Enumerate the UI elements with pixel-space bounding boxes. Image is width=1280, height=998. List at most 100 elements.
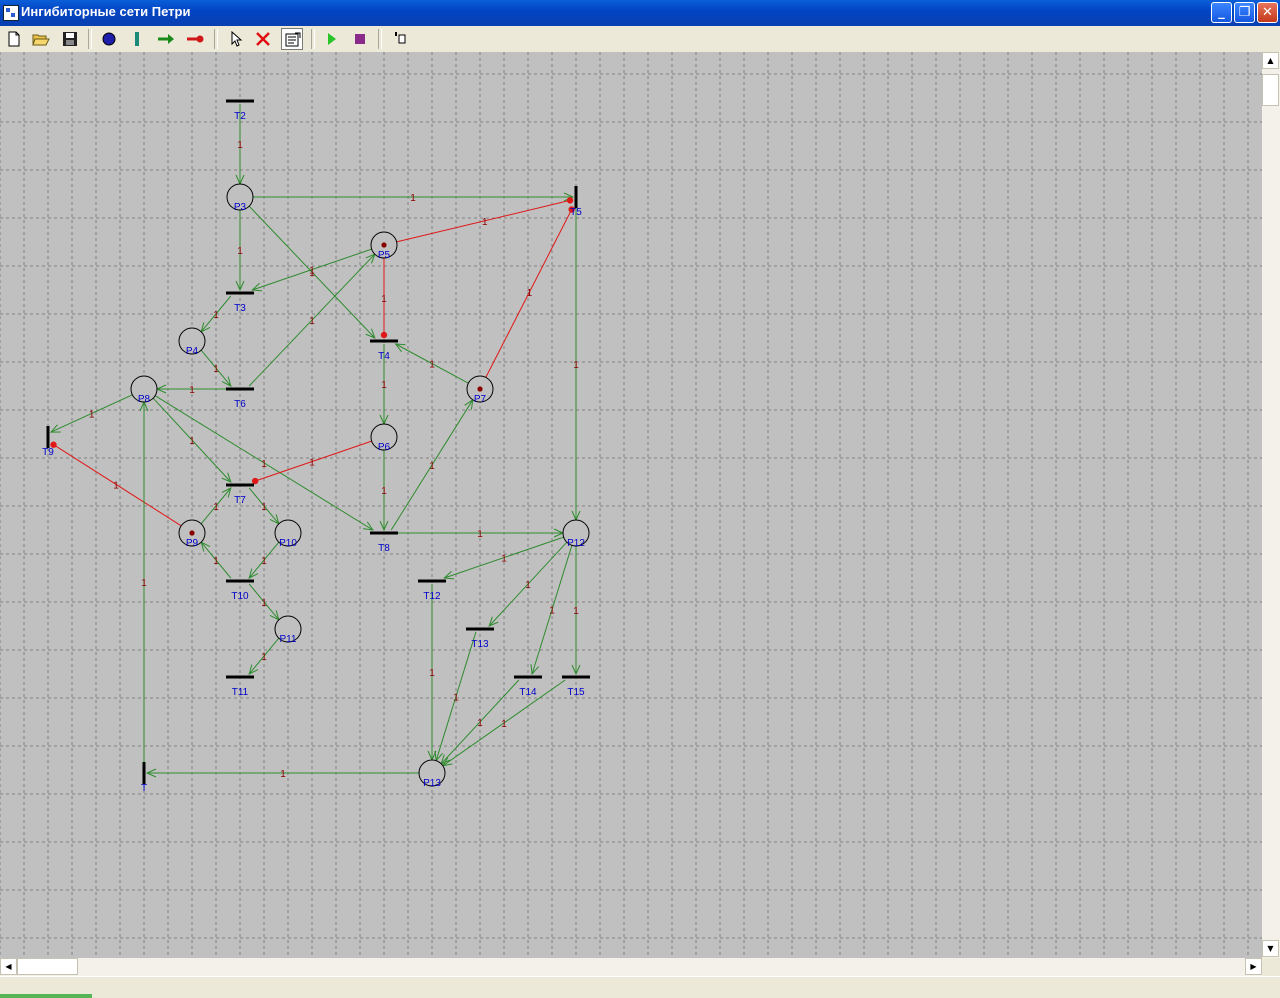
arc-weight-label: 1 — [381, 380, 387, 391]
properties-button[interactable] — [281, 28, 303, 50]
arc-weight-label: 1 — [501, 554, 507, 565]
transition-t6 — [226, 387, 254, 391]
inhibitor-arc-tool-button[interactable] — [184, 28, 206, 50]
run-icon — [328, 33, 336, 45]
transition-t8 — [370, 531, 398, 535]
delete-button[interactable] — [252, 28, 274, 50]
arc-weight-label: 1 — [381, 294, 387, 305]
arc-weight-label: 1 — [189, 436, 195, 447]
arc-weight-label: 1 — [113, 480, 119, 491]
scroll-down-button[interactable]: ▼ — [1262, 940, 1279, 957]
vertical-scrollbar[interactable]: ▲ ▼ — [1262, 52, 1280, 958]
step-button[interactable] — [388, 28, 410, 50]
arc-weight-label: 1 — [189, 385, 195, 396]
arc-weight-label: 1 — [527, 288, 533, 299]
arc-weight-label: 1 — [477, 529, 483, 540]
place-tool-icon — [102, 32, 116, 46]
title-bar: Ингибиторные сети Петри _ ❐ ✕ — [0, 0, 1280, 26]
save-button[interactable] — [59, 28, 81, 50]
new-icon — [8, 31, 20, 47]
transition-label: T7 — [234, 495, 246, 506]
arc-tool-icon — [158, 34, 174, 44]
select-button[interactable] — [224, 28, 246, 50]
arc-weight-label: 1 — [213, 556, 219, 567]
arc-weight-label: 1 — [573, 360, 579, 371]
transition-label: T12 — [423, 591, 441, 602]
place-label: P4 — [186, 346, 199, 357]
minimize-button[interactable]: _ — [1211, 2, 1232, 23]
transition-t2 — [226, 99, 254, 103]
place-label: P8 — [138, 394, 151, 405]
place-label: P13 — [423, 778, 441, 789]
vertical-scroll-thumb[interactable] — [1262, 74, 1279, 106]
arc-weight-label: 1 — [213, 310, 219, 321]
scroll-left-button[interactable]: ◀ — [0, 958, 17, 975]
transition-t3 — [226, 291, 254, 295]
transition-label: T8 — [378, 543, 390, 554]
inhibitor-arc-end — [380, 331, 388, 339]
save-icon — [63, 32, 77, 46]
inhibitor-arc-end — [251, 477, 259, 485]
transition-t13 — [466, 627, 494, 631]
transition-label: T15 — [567, 687, 585, 698]
arc-weight-label: 1 — [213, 364, 219, 375]
place-label: P3 — [234, 202, 247, 213]
app-icon — [3, 5, 19, 21]
arc-weight-label: 1 — [261, 502, 267, 513]
transition-label: T2 — [234, 111, 246, 122]
place-label: P12 — [567, 538, 585, 549]
transition-label: T5 — [570, 207, 582, 218]
horizontal-scroll-thumb[interactable] — [17, 958, 78, 975]
transition-t7 — [226, 483, 254, 487]
transition-label: T4 — [378, 351, 390, 362]
place-label: P11 — [279, 634, 296, 645]
transition-t — [142, 762, 146, 784]
open-button[interactable] — [30, 28, 52, 50]
arc-weight-label: 1 — [525, 580, 531, 591]
transition-t5 — [574, 186, 578, 208]
place-label: P7 — [474, 394, 487, 405]
transition-t15 — [562, 675, 590, 679]
maximize-button[interactable]: ❐ — [1234, 2, 1255, 23]
properties-icon — [285, 32, 301, 47]
arc-weight-label: 1 — [261, 459, 267, 470]
transition-tool-icon — [135, 32, 139, 46]
open-icon — [32, 34, 50, 46]
new-button[interactable] — [3, 28, 25, 50]
scroll-right-button[interactable]: ▶ — [1245, 958, 1262, 975]
arc-weight-label: 1 — [477, 718, 483, 729]
petri-net-diagram[interactable]: 111111111111111111 11111111111111 1111 111P… — [0, 52, 1262, 958]
horizontal-scrollbar[interactable]: ◀ ▶ — [0, 958, 1262, 976]
stop-icon — [355, 34, 365, 44]
minimize-icon: _ — [1218, 5, 1225, 20]
toolbar-separator — [88, 29, 92, 49]
transition-t11 — [226, 675, 254, 679]
place-tool-button[interactable] — [98, 28, 120, 50]
transition-label: T3 — [234, 303, 246, 314]
toolbar-separator — [378, 29, 382, 49]
scroll-up-button[interactable]: ▲ — [1262, 52, 1279, 69]
transition-t12 — [418, 579, 446, 583]
transition-tool-button[interactable] — [126, 28, 148, 50]
arc-weight-label: 1 — [501, 719, 507, 730]
arc-weight-label: 1 — [309, 266, 315, 277]
stop-button[interactable] — [349, 28, 371, 50]
arc-weight-label: 1 — [309, 316, 315, 327]
arc-weight-label: 1 — [309, 458, 315, 469]
toolbar — [0, 26, 1280, 53]
arc-weight-label: 1 — [429, 668, 435, 679]
transition-label: T14 — [519, 687, 537, 698]
run-button[interactable] — [320, 28, 342, 50]
token — [381, 242, 387, 248]
transition-t10 — [226, 579, 254, 583]
window-title: Ингибиторные сети Петри — [21, 4, 191, 19]
arc-weight-label: 1 — [280, 769, 286, 780]
place-label: P6 — [378, 442, 391, 453]
arc-weight-label: 1 — [429, 360, 435, 371]
status-bar — [0, 976, 1280, 998]
arc-weight-label: 1 — [482, 217, 488, 228]
net-canvas[interactable]: 111111111111111111111111111111111111111P… — [0, 52, 1262, 958]
arc-weight-label: 1 — [213, 502, 219, 513]
close-button[interactable]: ✕ — [1257, 2, 1278, 23]
arc-tool-button[interactable] — [155, 28, 177, 50]
